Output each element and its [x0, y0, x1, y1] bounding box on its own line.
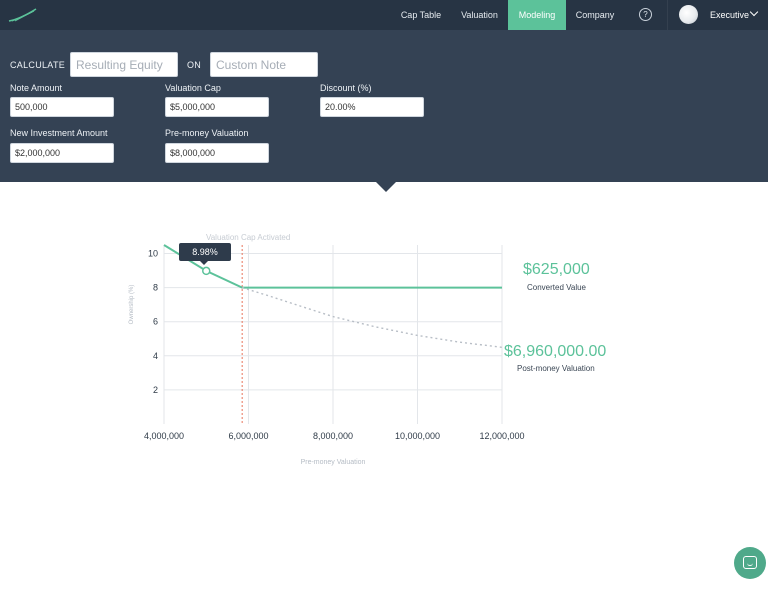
y-tick-label: 2	[153, 385, 158, 395]
postmoney-value-label: Post-money Valuation	[517, 364, 595, 373]
marker-tooltip: 8.98%	[179, 243, 231, 265]
ownership-marker	[202, 266, 211, 276]
x-tick-label: 10,000,000	[395, 431, 440, 441]
x-tick-label: 8,000,000	[313, 431, 353, 441]
y-tick-label: 8	[153, 283, 158, 293]
y-tick-label: 4	[153, 351, 158, 361]
ownership-chart: 2 4 6 8 10 4,000,000 6,000,000 8,000,000 10,000,…	[129, 233, 525, 466]
x-axis-title: Pre-money Valuation	[301, 459, 366, 466]
valuation-cap-label: Valuation Cap Activated	[206, 233, 290, 242]
y-axis-title: Ownership (%)	[129, 285, 135, 325]
x-tick-label: 4,000,000	[144, 431, 184, 441]
postmoney-value: $6,960,000.00	[504, 343, 607, 360]
y-tick-label: 6	[153, 317, 158, 327]
x-tick-label: 12,000,000	[479, 431, 524, 441]
chat-launcher-button[interactable]	[734, 547, 766, 579]
converted-value-label: Converted Value	[527, 283, 586, 292]
y-tick-label: 10	[148, 249, 158, 259]
converted-value: $625,000	[523, 261, 590, 278]
x-tick-label: 6,000,000	[228, 431, 268, 441]
postmoney-curve	[241, 286, 503, 348]
